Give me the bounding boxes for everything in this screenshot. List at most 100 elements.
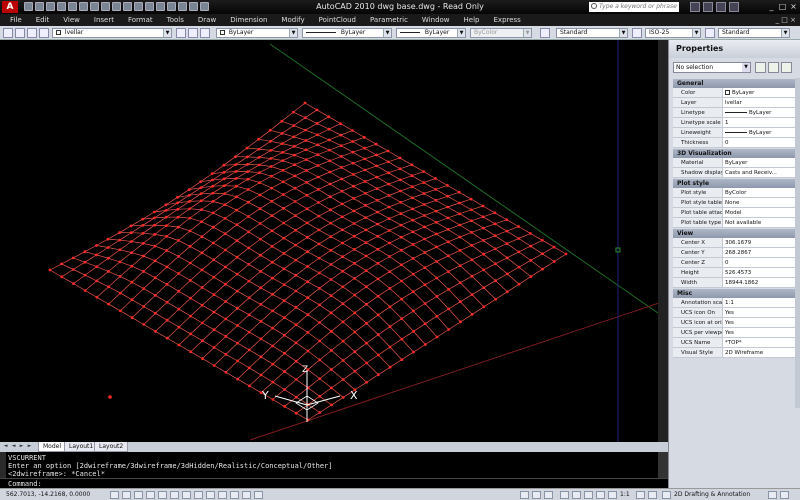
drawing-area[interactable]: X Y Z [0, 40, 668, 442]
mesh-vertex[interactable] [470, 243, 474, 247]
3d-object-snap-button[interactable] [182, 491, 191, 499]
mesh-vertex[interactable] [339, 122, 342, 125]
mesh-vertex[interactable] [387, 217, 391, 221]
mesh-vertex[interactable] [458, 264, 462, 267]
mesh-vertex[interactable] [353, 330, 357, 334]
mesh-vertex[interactable] [281, 168, 285, 172]
mesh-vertex[interactable] [317, 188, 320, 191]
mesh-vertex[interactable] [422, 170, 425, 174]
mesh-vertex[interactable] [177, 325, 181, 329]
ortho-mode-button[interactable] [146, 491, 155, 499]
lightbulb-icon[interactable] [15, 28, 25, 38]
mesh-vertex[interactable] [457, 190, 461, 194]
mesh-vertex[interactable] [223, 184, 226, 188]
command-scrollbar[interactable] [658, 452, 668, 478]
property-value[interactable]: Not available [723, 218, 795, 227]
mesh-vertex[interactable] [165, 224, 168, 228]
mesh-vertex[interactable] [200, 220, 204, 224]
mesh-vertex[interactable] [211, 211, 215, 215]
mesh-vertex[interactable] [280, 119, 284, 123]
mesh-vertex[interactable] [257, 163, 261, 167]
property-value[interactable]: 268.2867 [723, 248, 795, 257]
mesh-vertex[interactable] [142, 305, 146, 308]
mesh-vertex[interactable] [423, 283, 427, 287]
mesh-vertex[interactable] [506, 290, 509, 294]
mesh-vertex[interactable] [423, 251, 427, 254]
layer-dropdown[interactable]: lvellar ▼ [52, 28, 172, 38]
mesh-vertex[interactable] [294, 395, 298, 399]
mesh-vertex[interactable] [412, 350, 415, 354]
mesh-vertex[interactable] [211, 184, 215, 188]
mesh-vertex[interactable] [294, 323, 298, 327]
property-value[interactable]: 0 [723, 258, 795, 267]
mesh-vertex[interactable] [305, 169, 308, 172]
mesh-vertex[interactable] [187, 188, 191, 192]
mesh-vertex[interactable] [107, 302, 110, 306]
property-row[interactable]: UCS icon at originYes [673, 318, 795, 328]
mesh-vertex[interactable] [153, 276, 157, 280]
property-value[interactable]: None [723, 198, 795, 207]
mesh-vertex[interactable] [293, 163, 296, 167]
mesh-vertex[interactable] [541, 267, 544, 271]
mesh-vertex[interactable] [176, 207, 180, 211]
mesh-vertex[interactable] [258, 171, 261, 175]
mesh-vertex[interactable] [482, 252, 485, 256]
mesh-vertex[interactable] [282, 283, 286, 286]
mesh-vertex[interactable] [200, 303, 204, 307]
snap-mode-button[interactable] [122, 491, 131, 499]
mesh-vertex[interactable] [259, 270, 262, 273]
mesh-vertex[interactable] [247, 313, 251, 317]
mesh-vertex[interactable] [410, 174, 414, 178]
property-value[interactable]: 1:1 [723, 298, 795, 307]
mesh-vertex[interactable] [130, 316, 134, 320]
mesh-vertex[interactable] [422, 192, 426, 195]
mesh-vertex[interactable] [222, 163, 226, 167]
mesh-vertex[interactable] [269, 174, 273, 178]
mesh-vertex[interactable] [234, 163, 238, 167]
mesh-vertex[interactable] [83, 273, 87, 277]
mesh-vertex[interactable] [376, 261, 380, 265]
mesh-vertex[interactable] [71, 256, 75, 260]
mesh-vertex[interactable] [223, 248, 227, 252]
mesh-vertex[interactable] [412, 330, 415, 333]
mesh-vertex[interactable] [435, 295, 439, 298]
property-row[interactable]: Shadow display Casts and Receiv... [673, 168, 795, 178]
mesh-vertex[interactable] [223, 192, 227, 196]
mesh-vertex[interactable] [505, 218, 509, 222]
mesh-vertex[interactable] [446, 254, 450, 258]
mesh-u-line[interactable] [296, 246, 555, 414]
mesh-vertex[interactable] [280, 132, 284, 135]
mesh-vertex[interactable] [363, 146, 366, 150]
mesh-vertex[interactable] [435, 260, 438, 263]
mesh-vertex[interactable] [270, 229, 274, 233]
mesh-vertex[interactable] [257, 147, 261, 151]
mesh-vertex[interactable] [329, 294, 333, 297]
mesh-vertex[interactable] [446, 194, 449, 198]
mesh-vertex[interactable] [352, 197, 356, 200]
prev-tab-icon[interactable]: ◄ [10, 443, 17, 450]
mesh-vertex[interactable] [176, 215, 180, 219]
property-row[interactable]: Center Z0 [673, 258, 795, 268]
mesh-vertex[interactable] [446, 184, 449, 187]
mesh-vertex[interactable] [189, 350, 193, 354]
make-current-layer-icon[interactable] [176, 28, 186, 38]
mesh-vertex[interactable] [469, 208, 473, 212]
section-header-plot-style[interactable]: Plot style [673, 179, 795, 188]
mesh-vertex[interactable] [306, 349, 310, 353]
close-button[interactable]: × [789, 2, 798, 11]
mesh-vertex[interactable] [517, 250, 521, 254]
mesh-vertex[interactable] [60, 275, 64, 279]
mesh-vertex[interactable] [517, 282, 521, 286]
mesh-vertex[interactable] [211, 178, 214, 182]
mesh-vertex[interactable] [339, 144, 343, 148]
mesh-vertex[interactable] [364, 269, 368, 272]
mesh-vertex[interactable] [247, 348, 251, 352]
mesh-v-line[interactable] [131, 224, 391, 368]
mesh-vertex[interactable] [258, 193, 262, 197]
search-input[interactable]: Type a keyword or phrase [589, 2, 679, 12]
mesh-vertex[interactable] [118, 231, 121, 235]
mesh-vertex[interactable] [224, 335, 228, 338]
mesh-vertex[interactable] [423, 214, 426, 217]
mesh-vertex[interactable] [494, 262, 497, 266]
mesh-vertex[interactable] [399, 248, 403, 252]
